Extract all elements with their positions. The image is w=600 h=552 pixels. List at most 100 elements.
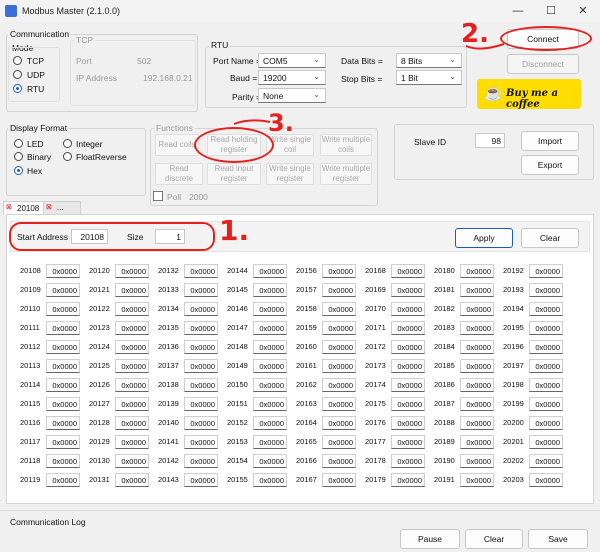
register-value[interactable]: 0x0000 (115, 339, 149, 354)
register-value[interactable]: 0x0000 (529, 263, 563, 278)
apply-button[interactable]: Apply (455, 228, 513, 248)
write-multiple-register-button[interactable]: Write multiple register (320, 163, 372, 185)
register-value[interactable]: 0x0000 (322, 377, 356, 392)
register-value[interactable]: 0x0000 (184, 301, 218, 316)
register-value[interactable]: 0x0000 (184, 263, 218, 278)
register-value[interactable]: 0x0000 (460, 472, 494, 487)
register-value[interactable]: 0x0000 (253, 282, 287, 297)
register-value[interactable]: 0x0000 (46, 415, 80, 430)
register-value[interactable]: 0x0000 (529, 377, 563, 392)
register-value[interactable]: 0x0000 (322, 320, 356, 335)
format-floatreverse-radio[interactable] (63, 152, 72, 161)
register-value[interactable]: 0x0000 (460, 282, 494, 297)
register-value[interactable]: 0x0000 (460, 320, 494, 335)
write-single-register-button[interactable]: Write single register (266, 163, 314, 185)
format-hex-radio[interactable] (14, 166, 23, 175)
format-binary-radio[interactable] (14, 152, 23, 161)
port-name-select[interactable]: COM5 ⌄ (258, 53, 326, 68)
parity-select[interactable]: None ⌄ (258, 88, 326, 103)
register-value[interactable]: 0x0000 (184, 453, 218, 468)
register-value[interactable]: 0x0000 (322, 358, 356, 373)
register-value[interactable]: 0x0000 (529, 472, 563, 487)
register-value[interactable]: 0x0000 (391, 453, 425, 468)
tab-20108[interactable]: ⊠ 20108 (3, 201, 47, 214)
import-button[interactable]: Import (521, 131, 579, 151)
format-led-radio[interactable] (14, 139, 23, 148)
slave-id-input[interactable]: 98 (475, 133, 505, 148)
register-value[interactable]: 0x0000 (391, 472, 425, 487)
register-value[interactable]: 0x0000 (115, 453, 149, 468)
clear-registers-button[interactable]: Clear (521, 228, 579, 248)
register-value[interactable]: 0x0000 (46, 377, 80, 392)
register-value[interactable]: 0x0000 (46, 396, 80, 411)
register-value[interactable]: 0x0000 (253, 472, 287, 487)
register-value[interactable]: 0x0000 (391, 415, 425, 430)
register-value[interactable]: 0x0000 (529, 358, 563, 373)
register-value[interactable]: 0x0000 (253, 396, 287, 411)
register-value[interactable]: 0x0000 (46, 339, 80, 354)
poll-interval[interactable]: 2000 (189, 192, 208, 202)
register-value[interactable]: 0x0000 (529, 320, 563, 335)
register-value[interactable]: 0x0000 (322, 263, 356, 278)
register-value[interactable]: 0x0000 (322, 472, 356, 487)
mode-tcp-radio[interactable] (13, 56, 22, 65)
baud-select[interactable]: 19200 ⌄ (258, 70, 326, 85)
register-value[interactable]: 0x0000 (46, 453, 80, 468)
register-value[interactable]: 0x0000 (253, 358, 287, 373)
register-value[interactable]: 0x0000 (322, 396, 356, 411)
register-value[interactable]: 0x0000 (115, 358, 149, 373)
register-value[interactable]: 0x0000 (115, 301, 149, 316)
export-button[interactable]: Export (521, 155, 579, 175)
register-value[interactable]: 0x0000 (391, 320, 425, 335)
save-button[interactable]: Save (528, 529, 588, 549)
tcp-ip-value[interactable]: 192.168.0.21 (143, 73, 193, 83)
register-value[interactable]: 0x0000 (460, 453, 494, 468)
register-value[interactable]: 0x0000 (253, 320, 287, 335)
register-value[interactable]: 0x0000 (460, 377, 494, 392)
register-value[interactable]: 0x0000 (46, 320, 80, 335)
write-multiple-coils-button[interactable]: Write multiple coils (320, 134, 372, 156)
register-value[interactable]: 0x0000 (529, 282, 563, 297)
register-value[interactable]: 0x0000 (184, 377, 218, 392)
tcp-port-value[interactable]: 502 (137, 56, 151, 66)
stop-bits-select[interactable]: 1 Bit ⌄ (396, 70, 462, 85)
register-value[interactable]: 0x0000 (460, 434, 494, 449)
register-value[interactable]: 0x0000 (391, 358, 425, 373)
register-value[interactable]: 0x0000 (46, 434, 80, 449)
register-value[interactable]: 0x0000 (115, 472, 149, 487)
register-value[interactable]: 0x0000 (391, 377, 425, 392)
register-value[interactable]: 0x0000 (322, 301, 356, 316)
register-value[interactable]: 0x0000 (46, 472, 80, 487)
buy-me-coffee-button[interactable]: ☕ Buy me a coffee (477, 79, 581, 110)
register-value[interactable]: 0x0000 (322, 415, 356, 430)
data-bits-select[interactable]: 8 Bits ⌄ (396, 53, 462, 68)
disconnect-button[interactable]: Disconnect (507, 54, 579, 74)
register-value[interactable]: 0x0000 (460, 415, 494, 430)
read-input-register-button[interactable]: Read input register (207, 163, 261, 185)
register-value[interactable]: 0x0000 (184, 320, 218, 335)
register-value[interactable]: 0x0000 (253, 339, 287, 354)
register-value[interactable]: 0x0000 (184, 415, 218, 430)
tab-close-icon[interactable]: ⊠ (46, 203, 52, 211)
mode-rtu-radio[interactable] (13, 84, 22, 93)
register-value[interactable]: 0x0000 (115, 396, 149, 411)
register-value[interactable]: 0x0000 (253, 301, 287, 316)
register-value[interactable]: 0x0000 (115, 320, 149, 335)
pause-button[interactable]: Pause (400, 529, 460, 549)
register-value[interactable]: 0x0000 (115, 282, 149, 297)
register-value[interactable]: 0x0000 (460, 358, 494, 373)
register-value[interactable]: 0x0000 (529, 301, 563, 316)
register-value[interactable]: 0x0000 (46, 263, 80, 278)
clear-log-button[interactable]: Clear (465, 529, 523, 549)
register-value[interactable]: 0x0000 (529, 434, 563, 449)
register-value[interactable]: 0x0000 (253, 263, 287, 278)
register-value[interactable]: 0x0000 (391, 396, 425, 411)
register-value[interactable]: 0x0000 (253, 415, 287, 430)
register-value[interactable]: 0x0000 (322, 339, 356, 354)
register-value[interactable]: 0x0000 (460, 396, 494, 411)
register-value[interactable]: 0x0000 (529, 415, 563, 430)
register-value[interactable]: 0x0000 (460, 301, 494, 316)
register-value[interactable]: 0x0000 (115, 415, 149, 430)
register-value[interactable]: 0x0000 (322, 453, 356, 468)
register-value[interactable]: 0x0000 (460, 263, 494, 278)
